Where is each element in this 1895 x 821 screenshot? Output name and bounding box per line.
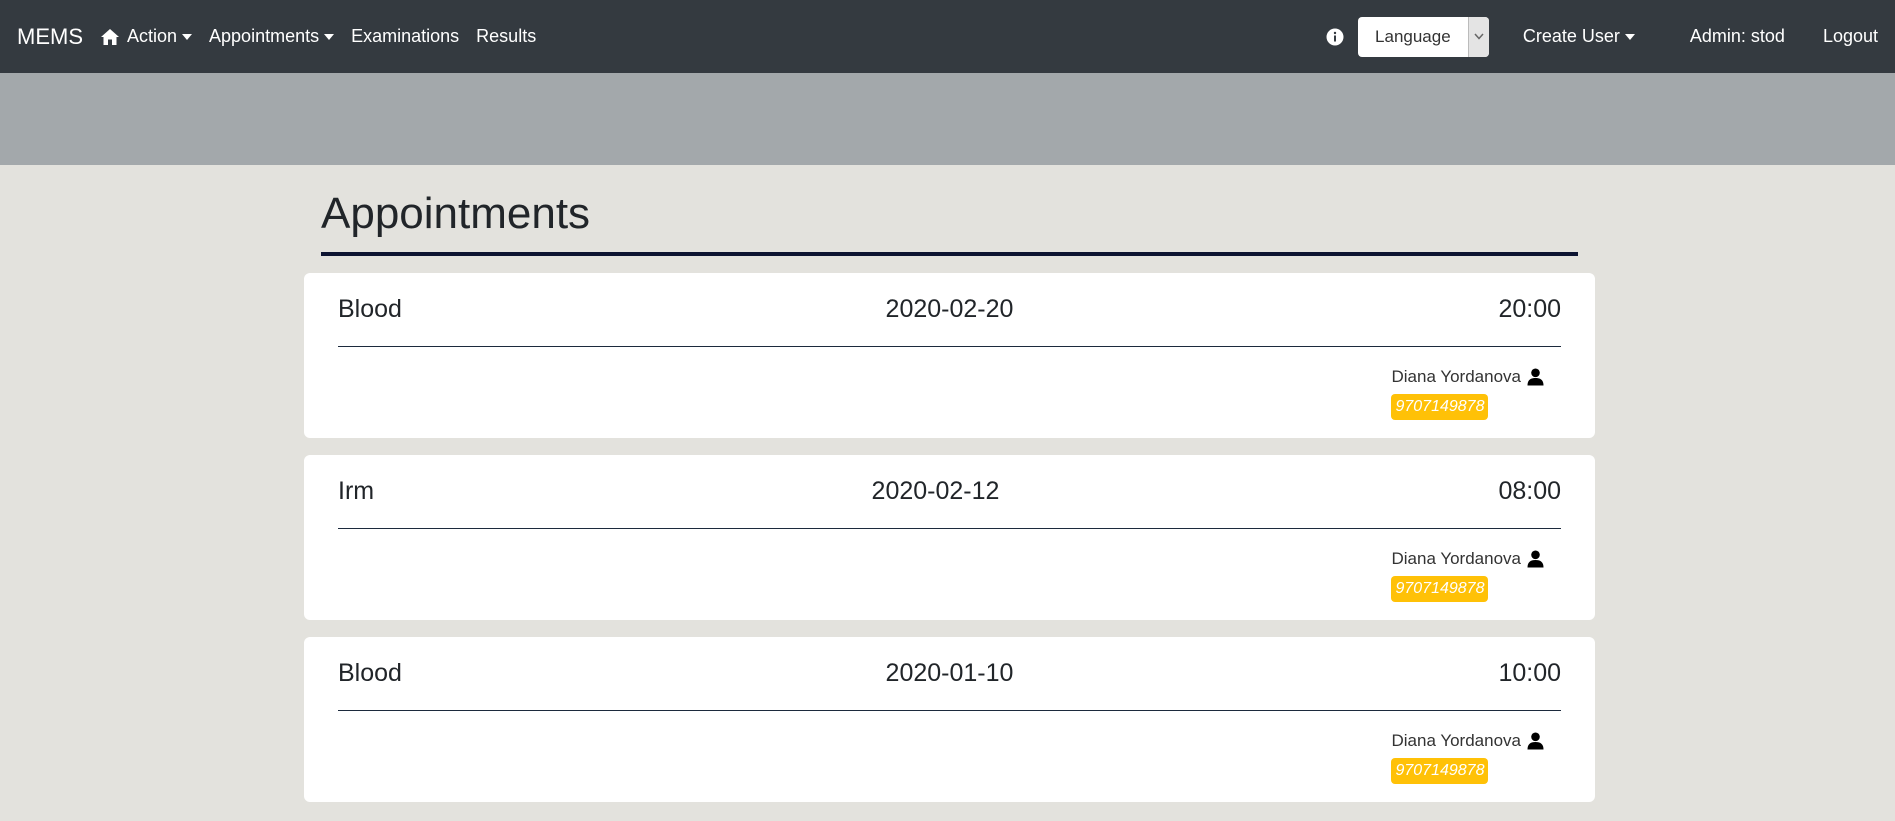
hero-banner: [0, 73, 1895, 165]
appointment-body: Diana Yordanova 9707149878: [338, 347, 1561, 420]
patient-name-row: Diana Yordanova: [1391, 549, 1544, 569]
chevron-down-icon: [182, 33, 193, 40]
appointment-type: Blood: [338, 295, 402, 323]
home-icon: [101, 28, 119, 45]
patient-info: Diana Yordanova 9707149878: [1391, 367, 1544, 420]
appointment-time: 10:00: [1498, 659, 1561, 687]
select-arrow: [1467, 16, 1489, 57]
patient-name: Diana Yordanova: [1391, 549, 1521, 568]
patient-name-row: Diana Yordanova: [1391, 731, 1544, 751]
results-label: Results: [476, 26, 537, 46]
logout-label: Logout: [1822, 26, 1878, 46]
language-label: Language: [1375, 26, 1451, 46]
page-title: Appointments: [321, 165, 1578, 256]
brand-link[interactable]: MEMS: [17, 24, 83, 50]
chevron-down-icon: [1474, 33, 1484, 40]
results-link[interactable]: Results: [476, 26, 536, 47]
action-dropdown[interactable]: Action: [100, 26, 193, 47]
main-content: Appointments Blood 2020-02-20 20:00 Dian…: [304, 165, 1595, 802]
appointment-card[interactable]: Blood 2020-01-10 10:00 Diana Yordanova 9…: [304, 637, 1595, 802]
patient-name-row: Diana Yordanova: [1391, 367, 1544, 387]
appointment-header: Irm 2020-02-12 08:00: [338, 455, 1561, 529]
patient-info: Diana Yordanova 9707149878: [1391, 731, 1544, 784]
appointment-body: Diana Yordanova 9707149878: [338, 529, 1561, 602]
appointment-card[interactable]: Blood 2020-02-20 20:00 Diana Yordanova 9…: [304, 273, 1595, 438]
user-icon: [1527, 550, 1544, 568]
appointment-date: 2020-01-10: [885, 659, 1014, 687]
appointments-dropdown[interactable]: Appointments: [209, 26, 335, 47]
action-label: Action: [127, 26, 178, 46]
logout-link[interactable]: Logout: [1823, 26, 1878, 47]
admin-label: Admin: stod: [1689, 26, 1785, 46]
appointment-time: 20:00: [1498, 295, 1561, 323]
appointments-label: Appointments: [209, 26, 320, 46]
patient-id-badge: 9707149878: [1391, 394, 1489, 420]
patient-id-badge: 9707149878: [1391, 576, 1489, 602]
appointment-header: Blood 2020-02-20 20:00: [338, 273, 1561, 347]
user-icon: [1527, 732, 1544, 750]
language-select[interactable]: Language: [1357, 16, 1489, 57]
admin-user-link[interactable]: Admin: stod: [1690, 26, 1785, 47]
patient-name: Diana Yordanova: [1391, 731, 1521, 750]
patient-name: Diana Yordanova: [1391, 367, 1521, 386]
create-user-dropdown[interactable]: Create User: [1523, 26, 1635, 47]
navbar-right: Language Create User Admin: stod Logout: [1326, 16, 1878, 57]
user-icon: [1527, 368, 1544, 386]
examinations-link[interactable]: Examinations: [351, 26, 459, 47]
examinations-label: Examinations: [351, 26, 460, 46]
appointment-time: 08:00: [1498, 477, 1561, 505]
patient-id-badge: 9707149878: [1391, 758, 1489, 784]
appointment-date: 2020-02-12: [871, 477, 1000, 505]
create-user-label: Create User: [1522, 26, 1620, 46]
appointment-body: Diana Yordanova 9707149878: [338, 711, 1561, 784]
chevron-down-icon: [324, 33, 335, 40]
appointment-header: Blood 2020-01-10 10:00: [338, 637, 1561, 711]
appointment-date: 2020-02-20: [885, 295, 1014, 323]
patient-info: Diana Yordanova 9707149878: [1391, 549, 1544, 602]
appointment-type: Blood: [338, 659, 402, 687]
appointment-type: Irm: [338, 477, 375, 505]
top-navbar: MEMS Action Appointments Examinations Re…: [0, 0, 1895, 73]
appointment-card[interactable]: Irm 2020-02-12 08:00 Diana Yordanova 970…: [304, 455, 1595, 620]
chevron-down-icon: [1624, 33, 1635, 40]
info-icon[interactable]: [1326, 28, 1344, 46]
